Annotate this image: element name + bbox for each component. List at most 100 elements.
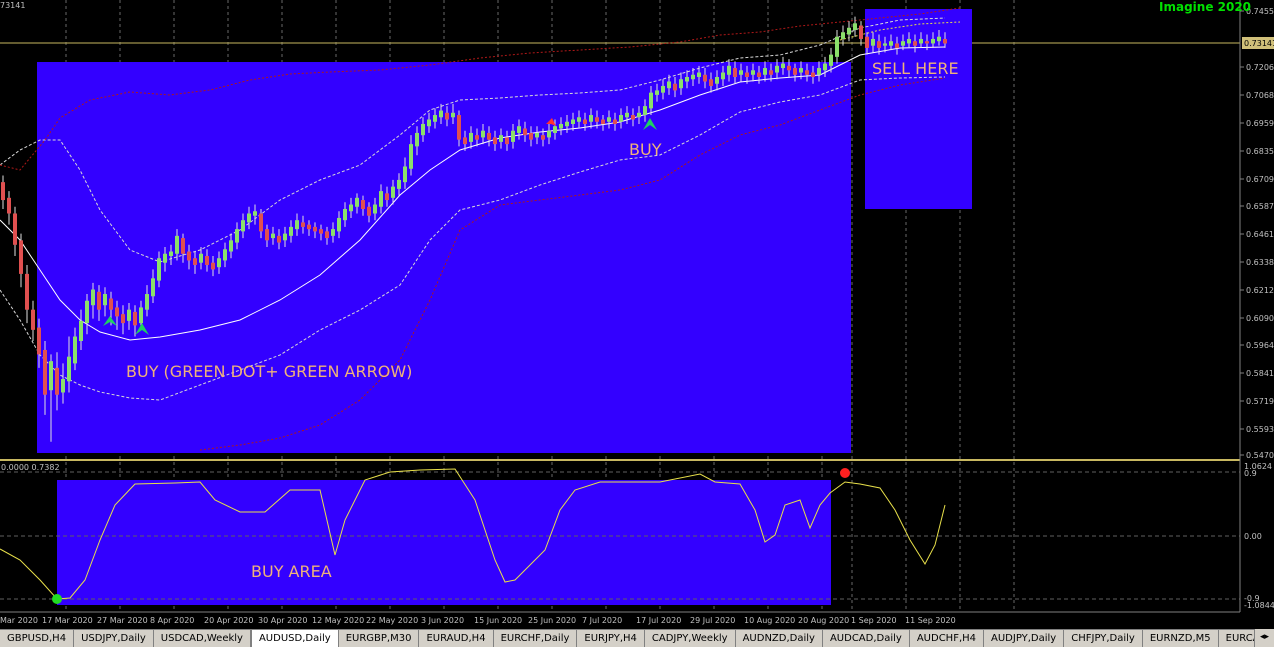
symbol-tab[interactable]: USDJPY,Daily xyxy=(74,630,154,647)
candle-body xyxy=(733,68,737,78)
candle-body xyxy=(631,115,635,120)
candle-body xyxy=(1,182,5,201)
symbol-tab[interactable]: USDCAD,Weekly xyxy=(154,630,251,647)
candle-body xyxy=(589,115,593,122)
symbol-tab[interactable]: AUDUSD,Daily xyxy=(250,630,339,647)
candle-body xyxy=(745,72,749,78)
candle-body xyxy=(373,204,377,214)
candle-body xyxy=(823,63,827,71)
candle-body xyxy=(889,41,893,46)
candle-body xyxy=(295,220,299,230)
price-label: 0.59640 xyxy=(1246,341,1274,350)
candle-body xyxy=(253,211,257,216)
candle-body xyxy=(85,300,89,324)
candle-body xyxy=(811,72,815,78)
candle-body xyxy=(643,106,647,116)
candle-body xyxy=(43,349,47,395)
candle-body xyxy=(175,235,179,254)
price-label: 0.69596 xyxy=(1246,119,1274,128)
candle-body xyxy=(385,193,389,201)
date-label: 15 Jun 2020 xyxy=(474,616,522,625)
candle-body xyxy=(535,132,539,138)
symbol-tab[interactable]: EURGBP,M30 xyxy=(339,630,420,647)
candle-body xyxy=(151,278,155,297)
candle-body xyxy=(337,217,341,232)
candle-body xyxy=(25,273,29,310)
candle-body xyxy=(319,229,323,234)
candle-body xyxy=(277,235,281,243)
price-label: 0.67095 xyxy=(1246,175,1274,184)
candle-body xyxy=(433,115,437,122)
candle-body xyxy=(649,92,653,109)
candle-body xyxy=(499,135,503,142)
candle-body xyxy=(415,132,419,147)
candle-body xyxy=(391,186,395,198)
candle-body xyxy=(757,72,761,78)
candle-body xyxy=(709,79,713,86)
candle-body xyxy=(199,253,203,263)
candle-body xyxy=(13,213,17,245)
symbol-tab[interactable]: CHFJPY,Daily xyxy=(1064,630,1143,647)
buy-area-annotation: BUY AREA xyxy=(251,562,332,581)
candle-body xyxy=(445,112,449,120)
candle-body xyxy=(577,117,581,122)
candle-body xyxy=(925,41,929,44)
candle-body xyxy=(787,65,791,71)
symbol-tab[interactable]: GBPUSD,H4 xyxy=(0,630,75,647)
scroll-arrows-icon[interactable]: ◂▸ xyxy=(1254,629,1274,647)
candle-body xyxy=(361,200,365,210)
candle-body xyxy=(919,38,923,44)
symbol-tab[interactable]: AUDCHF,H4 xyxy=(910,630,985,647)
symbol-tab[interactable]: AUDCAD,Daily xyxy=(823,630,910,647)
candle-body xyxy=(907,38,911,44)
candle-body xyxy=(271,233,275,239)
candle-body xyxy=(475,135,479,140)
candle-body xyxy=(49,361,53,391)
price-label: 0.70685 xyxy=(1246,91,1274,100)
candle-body xyxy=(805,70,809,75)
candle-body xyxy=(715,77,719,84)
candle-body xyxy=(241,220,245,232)
candle-body xyxy=(667,81,671,89)
candle-body xyxy=(163,253,167,263)
candle-body xyxy=(505,137,509,145)
candle-body xyxy=(859,25,863,39)
candle-body xyxy=(67,356,71,382)
candle-body xyxy=(655,90,659,95)
date-label: 22 May 2020 xyxy=(366,616,418,625)
symbol-tab[interactable]: EURJPY,H4 xyxy=(577,630,645,647)
symbol-tab[interactable]: AUDNZD,Daily xyxy=(736,630,823,647)
candle-body xyxy=(451,112,455,118)
chart-canvas[interactable]: 0.745500.720690.706850.695960.683560.670… xyxy=(0,0,1274,629)
candle-body xyxy=(145,294,149,310)
symbol-tab[interactable]: CADJPY,Weekly xyxy=(645,630,736,647)
candle-body xyxy=(727,65,731,75)
candle-body xyxy=(379,191,383,207)
date-label: 1 Sep 2020 xyxy=(851,616,897,625)
candle-body xyxy=(739,70,743,75)
candle-body xyxy=(517,126,521,133)
candle-body xyxy=(325,231,329,239)
symbol-tab[interactable]: EURAUD,H4 xyxy=(419,630,494,647)
candle-body xyxy=(37,327,41,355)
chart-window[interactable]: 0.745500.720690.706850.695960.683560.670… xyxy=(0,0,1274,647)
candle-body xyxy=(193,258,197,265)
candle-body xyxy=(841,32,845,39)
candle-body xyxy=(865,36,869,48)
date-label: 27 Mar 2020 xyxy=(97,616,148,625)
date-label: 17 Jul 2020 xyxy=(636,616,681,625)
candle-body xyxy=(943,38,947,44)
time-axis: Mar 2020 17 Mar 2020 27 Mar 2020 8 Apr 2020… xyxy=(0,616,956,625)
price-label: 0.68356 xyxy=(1246,147,1274,156)
candle-body xyxy=(31,309,35,330)
candle-body xyxy=(103,294,107,306)
symbol-tab[interactable]: AUDJPY,Daily xyxy=(984,630,1065,647)
symbol-tab[interactable]: EURNZD,M5 xyxy=(1143,630,1219,647)
candle-body xyxy=(133,311,137,326)
candle-body xyxy=(121,314,125,324)
candle-body xyxy=(829,54,833,66)
candle-body xyxy=(703,74,707,82)
price-label: 0.60905 xyxy=(1246,314,1274,323)
symbol-tab[interactable]: EURCHF,Daily xyxy=(494,630,578,647)
candle-body xyxy=(559,123,563,129)
